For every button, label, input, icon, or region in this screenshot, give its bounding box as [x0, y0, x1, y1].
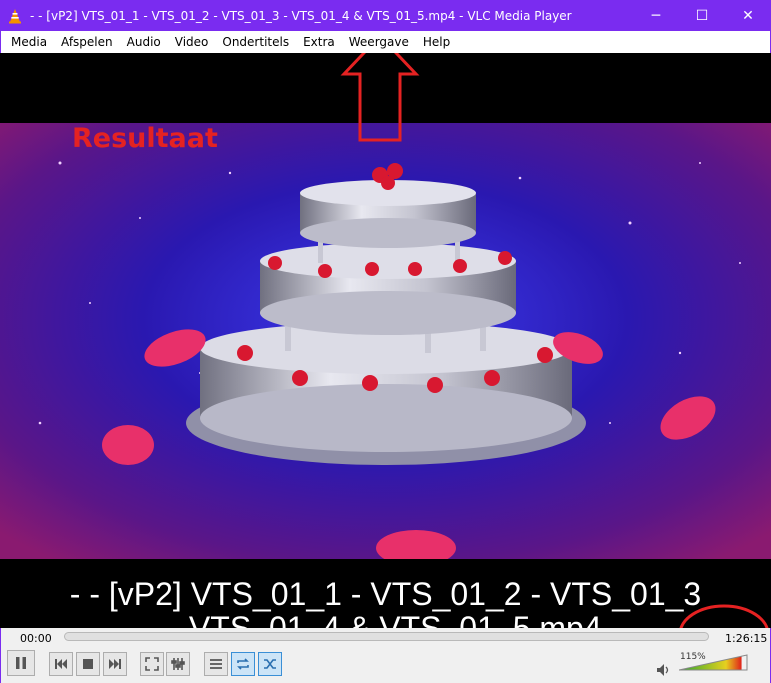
- menu-media[interactable]: Media: [4, 35, 54, 49]
- menu-ondertitels[interactable]: Ondertitels: [215, 35, 296, 49]
- pause-button[interactable]: [7, 650, 35, 676]
- seek-bar[interactable]: [64, 632, 709, 641]
- next-button[interactable]: [103, 652, 127, 676]
- previous-button[interactable]: [49, 652, 73, 676]
- shuffle-button[interactable]: [258, 652, 282, 676]
- stop-button[interactable]: [76, 652, 100, 676]
- menu-audio[interactable]: Audio: [120, 35, 168, 49]
- annotation-label: Resultaat: [72, 123, 218, 154]
- stop-icon: [83, 659, 93, 669]
- window-title: - - [vP2] VTS_01_1 - VTS_01_2 - VTS_01_3…: [30, 8, 572, 23]
- menu-afspelen[interactable]: Afspelen: [54, 35, 120, 49]
- video-frame: [0, 123, 771, 559]
- fullscreen-icon: [145, 657, 159, 671]
- menu-bar: Media Afspelen Audio Video Ondertitels E…: [0, 31, 771, 53]
- playlist-icon: [210, 659, 222, 669]
- maximize-button[interactable]: ☐: [679, 0, 725, 31]
- total-time: 1:26:15: [725, 632, 768, 645]
- subtitle-line-1: - - [vP2] VTS_01_1 - VTS_01_2 - VTS_01_3: [69, 576, 702, 612]
- loop-icon: [237, 658, 249, 670]
- menu-video[interactable]: Video: [168, 35, 216, 49]
- previous-icon: [55, 659, 67, 669]
- subtitle-line-2: - VTS_01_4 & VTS_01_5.mp4: [169, 610, 602, 628]
- video-area[interactable]: Resultaat - - [vP2] VTS_01_1 - VTS_01_2 …: [0, 53, 771, 628]
- vlc-cone-icon: [0, 8, 30, 24]
- close-button[interactable]: ✕: [725, 0, 771, 31]
- control-bar: 00:00 1:26:15: [0, 628, 771, 683]
- next-icon: [109, 659, 121, 669]
- elapsed-time: 00:00: [20, 632, 52, 645]
- extended-settings-icon: [171, 658, 185, 670]
- annotation-ellipse: [679, 604, 769, 628]
- menu-extra[interactable]: Extra: [296, 35, 342, 49]
- loop-button[interactable]: [231, 652, 255, 676]
- playlist-button[interactable]: [204, 652, 228, 676]
- subtitle-text: - - [vP2] VTS_01_1 - VTS_01_2 - VTS_01_3…: [0, 577, 771, 628]
- shuffle-icon: [264, 659, 276, 669]
- extended-settings-button[interactable]: [166, 652, 190, 676]
- annotation-arrow: [340, 53, 420, 142]
- minimize-button[interactable]: ─: [633, 0, 679, 31]
- title-bar: - - [vP2] VTS_01_1 - VTS_01_2 - VTS_01_3…: [0, 0, 771, 31]
- fullscreen-button[interactable]: [140, 652, 164, 676]
- menu-help[interactable]: Help: [416, 35, 457, 49]
- pause-icon: [16, 657, 26, 669]
- speaker-icon[interactable]: [656, 663, 670, 677]
- volume-bar: [679, 654, 748, 671]
- menu-weergave[interactable]: Weergave: [342, 35, 416, 49]
